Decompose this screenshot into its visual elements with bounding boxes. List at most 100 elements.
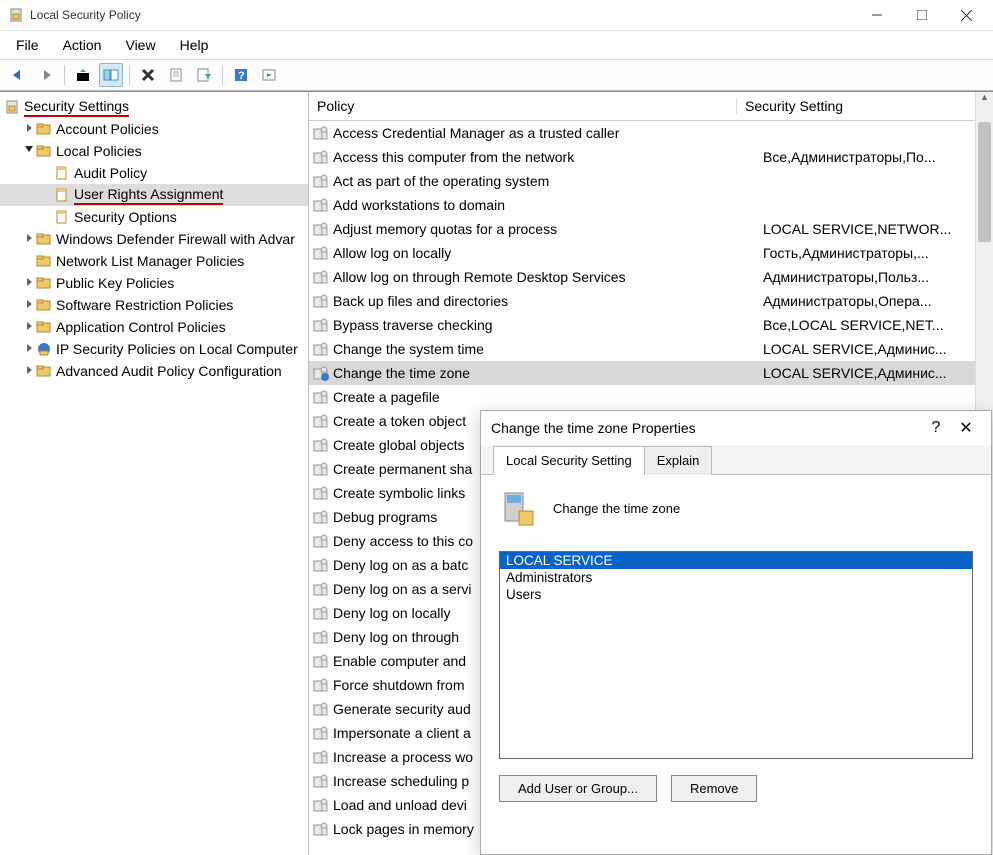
scroll-thumb[interactable] — [978, 122, 991, 242]
show-hide-tree-button[interactable] — [99, 63, 123, 87]
tree-pane: Security SettingsAccount PoliciesLocal P… — [0, 92, 309, 855]
policy-row[interactable]: Access this computer from the networkВсе… — [309, 145, 993, 169]
tree-item[interactable]: Network List Manager Policies — [0, 250, 308, 272]
policy-row[interactable]: Change the system time LOCAL SERVICE,Адми… — [309, 337, 993, 361]
tree-expander[interactable] — [22, 124, 36, 135]
policy-name-cell: Allow log on through Remote Desktop Serv… — [333, 269, 626, 285]
tab-local-security-setting[interactable]: Local Security Setting — [493, 446, 645, 475]
tree-item[interactable]: Account Policies — [0, 118, 308, 140]
tree-item[interactable]: Audit Policy — [0, 162, 308, 184]
minimize-button[interactable] — [854, 0, 899, 30]
back-button[interactable] — [6, 63, 30, 87]
tree-item[interactable]: Software Restriction Policies — [0, 294, 308, 316]
tree-item-label: Public Key Policies — [56, 275, 174, 291]
policy-row[interactable]: Bypass traverse checkingВсе,LOCAL SERVIC… — [309, 313, 993, 337]
menu-help[interactable]: Help — [176, 35, 213, 55]
scroll-up-icon[interactable]: ▲ — [976, 92, 993, 109]
window-title: Local Security Policy — [30, 8, 854, 22]
help-icon[interactable]: ? — [229, 63, 253, 87]
column-security-setting[interactable]: Security Setting — [737, 98, 975, 114]
server-icon — [499, 489, 537, 527]
dialog-title: Change the time zone Properties — [491, 420, 921, 436]
policy-setting-cell: Все,Администраторы,По... — [759, 149, 993, 165]
up-button[interactable] — [71, 63, 95, 87]
member-item[interactable]: Administrators — [500, 569, 972, 586]
policy-name-cell: Lock pages in memory — [333, 821, 474, 837]
menu-view[interactable]: View — [121, 35, 159, 55]
dialog-close-button[interactable]: ✕ — [951, 418, 981, 438]
tree-root-node[interactable]: Security Settings — [0, 96, 308, 118]
folder-icon — [36, 143, 52, 159]
tree-item-label: Advanced Audit Policy Configuration — [56, 363, 282, 379]
menu-action[interactable]: Action — [59, 35, 106, 55]
policy-row[interactable]: Adjust memory quotas for a processLOCAL … — [309, 217, 993, 241]
add-user-or-group-button[interactable]: Add User or Group... — [499, 775, 657, 802]
policy-row[interactable]: Access Credential Manager as a trusted c… — [309, 121, 993, 145]
member-item[interactable]: LOCAL SERVICE — [500, 552, 972, 569]
policy-name-cell: Deny log on through — [333, 629, 459, 645]
policy-setting-cell: LOCAL SERVICE,Админис... — [759, 365, 993, 381]
dialog-help-button[interactable]: ? — [921, 419, 951, 437]
tree-expander[interactable] — [22, 300, 36, 311]
policy-row[interactable]: Back up files and directoriesАдминистрат… — [309, 289, 993, 313]
policy-row[interactable]: Change the time zoneLOCAL SERVICE,Админи… — [309, 361, 993, 385]
maximize-button[interactable] — [899, 0, 944, 30]
policy-row[interactable]: Allow log on through Remote Desktop Serv… — [309, 265, 993, 289]
policy-name-cell: Enable computer and — [333, 653, 466, 669]
tab-explain[interactable]: Explain — [644, 446, 713, 475]
tree-item[interactable]: Security Options — [0, 206, 308, 228]
policy-row[interactable]: Act as part of the operating system — [309, 169, 993, 193]
toolbar: ? — [0, 59, 993, 91]
tree-item[interactable]: Windows Defender Firewall with Advar — [0, 228, 308, 250]
tree-expander[interactable] — [22, 366, 36, 377]
toolbar-separator-2 — [129, 65, 130, 85]
folder-icon — [36, 275, 52, 291]
policy-name-cell: Deny log on as a servi — [333, 581, 472, 597]
folder-icon — [36, 297, 52, 313]
policy-setting-cell: Все,LOCAL SERVICE,NET... — [759, 317, 993, 333]
tree-item-label: Windows Defender Firewall with Advar — [56, 231, 295, 247]
policy-name-cell: Back up files and directories — [333, 293, 508, 309]
close-button[interactable] — [944, 0, 989, 30]
security-settings-icon — [4, 99, 20, 115]
forward-button[interactable] — [34, 63, 58, 87]
tree-expander[interactable] — [22, 322, 36, 333]
policy-setting-cell: LOCAL SERVICE,Админис... — [759, 341, 993, 357]
properties-icon[interactable] — [164, 63, 188, 87]
dialog-button-row: Add User or Group... Remove — [499, 775, 973, 802]
policy-row[interactable]: Allow log on locallyГость,Администраторы… — [309, 241, 993, 265]
policy-name-cell: Deny log on locally — [333, 605, 451, 621]
menu-file[interactable]: File — [12, 35, 43, 55]
policy-name-cell: Increase scheduling p — [333, 773, 469, 789]
member-item[interactable]: Users — [500, 586, 972, 603]
folder-icon — [36, 341, 52, 357]
tree-item[interactable]: Advanced Audit Policy Configuration — [0, 360, 308, 382]
export-icon[interactable] — [192, 63, 216, 87]
properties-dialog: Change the time zone Properties ? ✕ Loca… — [480, 410, 992, 855]
toolbar-separator — [64, 65, 65, 85]
folder-icon — [54, 209, 70, 225]
policy-row[interactable]: Create a pagefile — [309, 385, 993, 409]
tree-item-label: IP Security Policies on Local Computer — [56, 341, 298, 357]
svg-text:?: ? — [238, 70, 245, 82]
policy-row[interactable]: Add workstations to domain — [309, 193, 993, 217]
tree-item[interactable]: User Rights Assignment — [0, 184, 308, 206]
policy-name-cell: Change the system time — [333, 341, 484, 357]
refresh-icon[interactable] — [257, 63, 281, 87]
tree-expander[interactable] — [22, 344, 36, 355]
delete-button[interactable] — [136, 63, 160, 87]
column-policy[interactable]: Policy — [309, 98, 737, 114]
remove-button[interactable]: Remove — [671, 775, 757, 802]
tree-item[interactable]: Local Policies — [0, 140, 308, 162]
tree-item-label: Software Restriction Policies — [56, 297, 233, 313]
tree-item[interactable]: Application Control Policies — [0, 316, 308, 338]
members-listbox[interactable]: LOCAL SERVICEAdministratorsUsers — [499, 551, 973, 759]
tree-expander[interactable] — [22, 278, 36, 289]
tree-item[interactable]: IP Security Policies on Local Computer — [0, 338, 308, 360]
tree-expander[interactable] — [22, 234, 36, 245]
policy-name-cell: Generate security aud — [333, 701, 471, 717]
folder-icon — [36, 363, 52, 379]
tree-expander[interactable] — [22, 146, 36, 157]
policy-name-cell: Deny access to this co — [333, 533, 473, 549]
tree-item[interactable]: Public Key Policies — [0, 272, 308, 294]
